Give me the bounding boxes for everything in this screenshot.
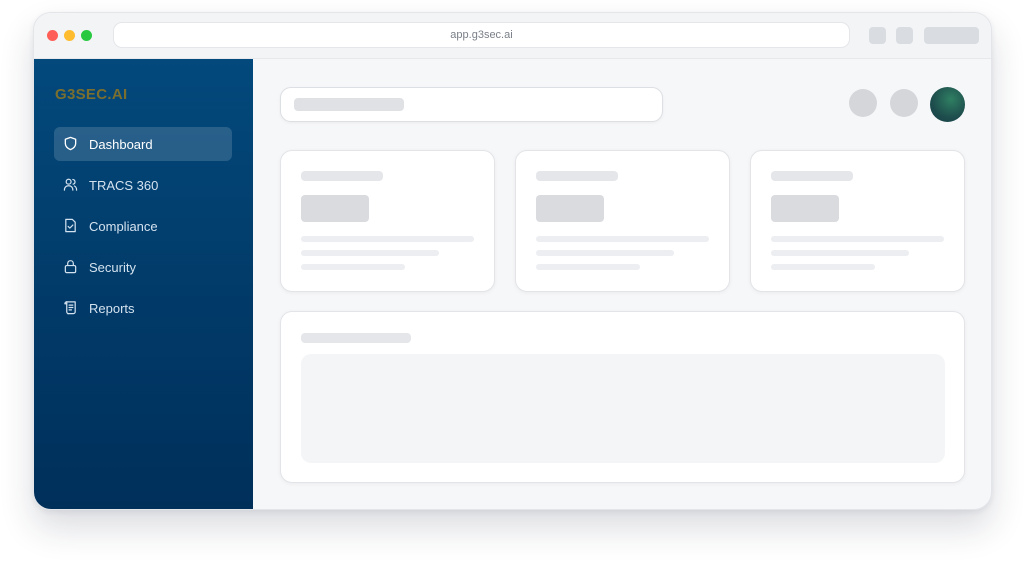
card-value-skeleton	[771, 195, 839, 222]
address-bar[interactable]: app.g3sec.ai	[113, 22, 850, 48]
sidebar-item-label: Dashboard	[89, 137, 153, 152]
stat-card	[280, 150, 495, 292]
scroll-icon	[64, 301, 76, 315]
sidebar-item-label: Reports	[89, 301, 135, 316]
card-line-skeleton	[301, 236, 474, 242]
toolbar-button-placeholder[interactable]	[924, 27, 979, 44]
search-input[interactable]	[280, 87, 663, 122]
header-icon-button[interactable]	[849, 89, 877, 117]
sidebar-item-label: Compliance	[89, 219, 158, 234]
avatar[interactable]	[930, 87, 965, 122]
browser-window: app.g3sec.ai G3SEC.AI Dashboard TRACS 36…	[33, 12, 992, 510]
stat-card	[515, 150, 730, 292]
toolbar-button-placeholder[interactable]	[869, 27, 886, 44]
card-line-skeleton	[771, 250, 909, 256]
sidebar-item-label: TRACS 360	[89, 178, 159, 193]
panel-content-placeholder	[301, 354, 945, 463]
card-title-skeleton	[536, 171, 618, 181]
sidebar-item-reports[interactable]: Reports	[54, 291, 232, 325]
sidebar-item-label: Security	[89, 260, 136, 275]
content-panel	[280, 311, 965, 483]
card-line-skeleton	[301, 264, 405, 270]
card-line-skeleton	[301, 250, 439, 256]
sidebar-item-compliance[interactable]: Compliance	[54, 209, 232, 243]
card-line-skeleton	[536, 250, 674, 256]
stat-card	[750, 150, 965, 292]
card-line-skeleton	[771, 236, 944, 242]
document-check-icon	[65, 218, 76, 233]
main-content	[253, 59, 991, 509]
lock-icon	[64, 260, 77, 274]
panel-title-skeleton	[301, 333, 411, 343]
card-value-skeleton	[536, 195, 604, 222]
card-title-skeleton	[771, 171, 853, 181]
sidebar: G3SEC.AI Dashboard TRACS 360 Compliance	[34, 59, 253, 509]
sidebar-item-security[interactable]: Security	[54, 250, 232, 284]
shield-icon	[64, 136, 77, 151]
card-line-skeleton	[771, 264, 875, 270]
toolbar-button-placeholder[interactable]	[896, 27, 913, 44]
close-window-button[interactable]	[47, 30, 58, 41]
app-logo[interactable]: G3SEC.AI	[55, 86, 127, 103]
users-icon	[63, 178, 78, 191]
minimize-window-button[interactable]	[64, 30, 75, 41]
sidebar-item-dashboard[interactable]: Dashboard	[54, 127, 232, 161]
header-icon-button[interactable]	[890, 89, 918, 117]
sidebar-item-tracs-360[interactable]: TRACS 360	[54, 168, 232, 202]
maximize-window-button[interactable]	[81, 30, 92, 41]
card-value-skeleton	[301, 195, 369, 222]
search-placeholder-skeleton	[294, 98, 404, 111]
card-title-skeleton	[301, 171, 383, 181]
card-line-skeleton	[536, 236, 709, 242]
browser-titlebar: app.g3sec.ai	[34, 13, 991, 59]
card-line-skeleton	[536, 264, 640, 270]
